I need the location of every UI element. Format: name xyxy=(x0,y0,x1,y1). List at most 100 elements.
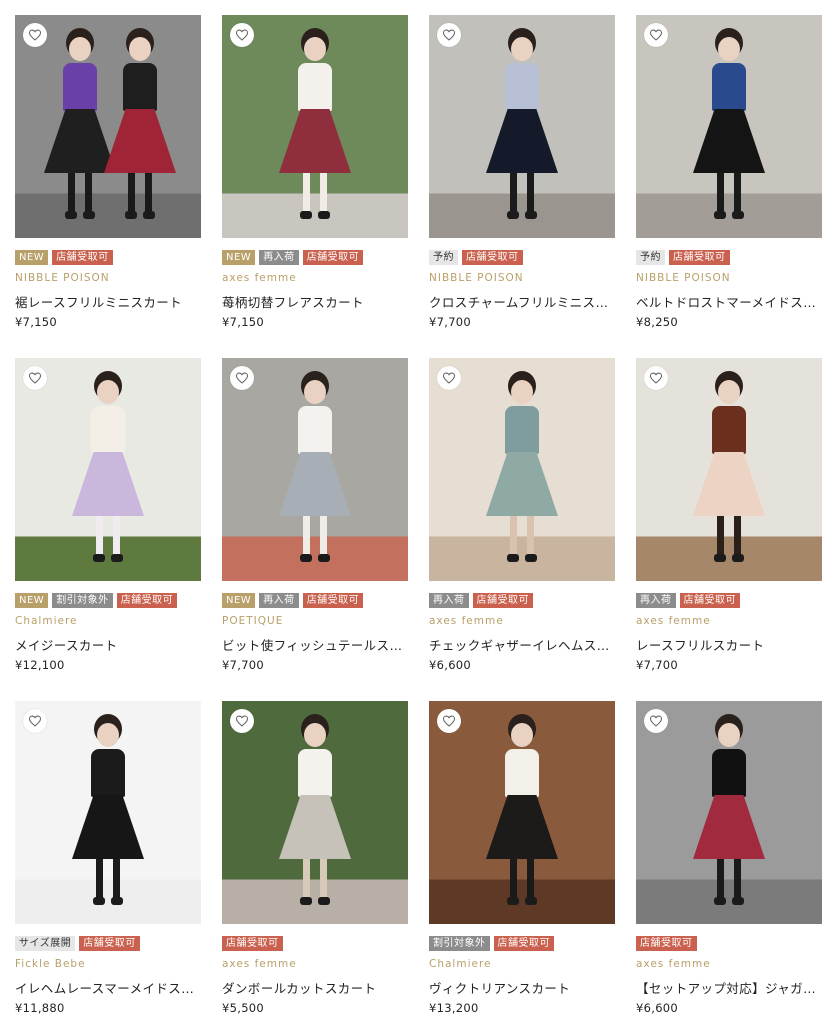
product-badge: 店舗受取可 xyxy=(472,593,533,608)
product-price: ¥8,250 xyxy=(636,315,679,329)
model-skirt xyxy=(486,795,558,859)
product-name[interactable]: ヴィクトリアンスカート xyxy=(429,978,615,997)
heart-outline-icon[interactable] xyxy=(23,709,47,733)
product-image[interactable] xyxy=(222,15,408,238)
product-price: ¥12,100 xyxy=(15,658,65,672)
product-card[interactable]: NEW 店舗受取可 NIBBLE POISON 裾レースフリルミニスカート ¥7,150 xyxy=(15,15,201,329)
product-card[interactable]: サイズ展開 店舗受取可 Fickle Bebe イレヘムレースマーメイドスカート ¥11… xyxy=(15,701,201,1015)
product-name[interactable]: ダンボールカットスカート xyxy=(222,978,408,997)
product-card[interactable]: 店舗受取可 axes femme 【セットアップ対応】ジャガードスカート ¥6,600 xyxy=(636,701,822,1015)
model-skirt xyxy=(72,795,144,859)
product-image[interactable] xyxy=(429,15,615,238)
brand-name[interactable]: axes femme xyxy=(636,958,822,970)
product-image[interactable] xyxy=(222,701,408,924)
product-badge: 店舗受取可 xyxy=(462,250,523,265)
product-price: ¥6,600 xyxy=(429,658,472,672)
model-skirt xyxy=(693,795,765,859)
model-leg xyxy=(68,173,75,213)
model-shoe xyxy=(93,897,105,905)
product-card[interactable]: 割引対象外 店舗受取可 Chalmiere ヴィクトリアンスカート ¥13,200 xyxy=(429,701,615,1015)
model-leg xyxy=(527,516,534,556)
product-name[interactable]: メイジースカート xyxy=(15,635,201,654)
product-badge: 予約 xyxy=(429,250,458,265)
product-image[interactable] xyxy=(636,358,822,581)
product-name[interactable]: 苺柄切替フレアスカート xyxy=(222,292,408,311)
product-card[interactable]: 再入荷 店舗受取可 axes femme チェックギャザーイレヘムスカート ¥6,600 xyxy=(429,358,615,672)
product-price: ¥7,150 xyxy=(222,315,265,329)
brand-name[interactable]: NIBBLE POISON xyxy=(636,272,822,284)
product-image[interactable] xyxy=(15,701,201,924)
product-card[interactable]: 再入荷 店舗受取可 axes femme レースフリルスカート ¥7,700 xyxy=(636,358,822,672)
heart-outline-icon[interactable] xyxy=(437,366,461,390)
model-leg xyxy=(320,173,327,213)
model-top xyxy=(712,406,746,454)
product-badge: 再入荷 xyxy=(636,593,676,608)
product-image[interactable] xyxy=(222,358,408,581)
heart-outline-icon[interactable] xyxy=(644,23,668,47)
product-name[interactable]: チェックギャザーイレヘムスカート xyxy=(429,635,615,654)
product-image[interactable] xyxy=(429,358,615,581)
product-name[interactable]: イレヘムレースマーメイドスカート xyxy=(15,978,201,997)
product-badge: 再入荷 xyxy=(429,593,469,608)
heart-outline-icon[interactable] xyxy=(230,23,254,47)
model-skirt xyxy=(486,452,558,516)
model-head xyxy=(718,723,740,747)
model-leg xyxy=(734,859,741,899)
product-name[interactable]: ベルトドロストマーメイドスカート xyxy=(636,292,822,311)
product-badge: 店舗受取可 xyxy=(636,936,697,951)
product-name[interactable]: 【セットアップ対応】ジャガードスカート xyxy=(636,978,822,997)
brand-name[interactable]: Chalmiere xyxy=(429,958,615,970)
heart-outline-icon[interactable] xyxy=(230,709,254,733)
model-top xyxy=(712,63,746,111)
model-skirt xyxy=(279,452,351,516)
brand-name[interactable]: Chalmiere xyxy=(15,615,201,627)
product-name[interactable]: レースフリルスカート xyxy=(636,635,822,654)
product-card[interactable]: NEW 割引対象外 店舗受取可 Chalmiere メイジースカート ¥12,100 xyxy=(15,358,201,672)
product-image[interactable] xyxy=(636,701,822,924)
product-name[interactable]: 裾レースフリルミニスカート xyxy=(15,292,201,311)
brand-name[interactable]: axes femme xyxy=(429,615,615,627)
product-image[interactable] xyxy=(636,15,822,238)
heart-outline-icon[interactable] xyxy=(230,366,254,390)
heart-outline-icon[interactable] xyxy=(644,366,668,390)
product-badge: 店舗受取可 xyxy=(52,250,113,265)
brand-name[interactable]: axes femme xyxy=(222,958,408,970)
brand-name[interactable]: axes femme xyxy=(222,272,408,284)
model-top xyxy=(123,63,157,111)
model-shoe xyxy=(143,211,155,219)
product-price: ¥7,150 xyxy=(15,315,58,329)
brand-name[interactable]: Fickle Bebe xyxy=(15,958,201,970)
heart-outline-icon[interactable] xyxy=(644,709,668,733)
model-skirt xyxy=(104,109,176,173)
product-card[interactable]: NEW 再入荷 店舗受取可 axes femme 苺柄切替フレアスカート ¥7,150 xyxy=(222,15,408,329)
heart-outline-icon[interactable] xyxy=(23,366,47,390)
product-card[interactable]: 予約 店舗受取可 NIBBLE POISON ベルトドロストマーメイドスカート ¥8,2… xyxy=(636,15,822,329)
product-card[interactable]: 予約 店舗受取可 NIBBLE POISON クロスチャームフリルミニスカート ¥7,7… xyxy=(429,15,615,329)
model-leg xyxy=(145,173,152,213)
product-card[interactable]: 店舗受取可 axes femme ダンボールカットスカート ¥5,500 xyxy=(222,701,408,1015)
badge-row: 予約 店舗受取可 xyxy=(429,250,615,265)
heart-outline-icon[interactable] xyxy=(437,23,461,47)
model-leg xyxy=(527,859,534,899)
badge-row: 割引対象外 店舗受取可 xyxy=(429,936,615,951)
badge-row: 予約 店舗受取可 xyxy=(636,250,822,265)
product-image[interactable] xyxy=(429,701,615,924)
model-skirt xyxy=(72,452,144,516)
brand-name[interactable]: NIBBLE POISON xyxy=(15,272,201,284)
product-image[interactable] xyxy=(15,15,201,238)
model-shoe xyxy=(318,554,330,562)
model-shoe xyxy=(714,554,726,562)
model-leg xyxy=(113,516,120,556)
model-shoe xyxy=(111,554,123,562)
heart-outline-icon[interactable] xyxy=(437,709,461,733)
product-card[interactable]: NEW 再入荷 店舗受取可 POETIQUE ビット使フィッシュテールスカート ¥7,70… xyxy=(222,358,408,672)
heart-outline-icon[interactable] xyxy=(23,23,47,47)
model-skirt xyxy=(693,452,765,516)
product-image[interactable] xyxy=(15,358,201,581)
product-name[interactable]: クロスチャームフリルミニスカート xyxy=(429,292,615,311)
product-name[interactable]: ビット使フィッシュテールスカート xyxy=(222,635,408,654)
brand-name[interactable]: NIBBLE POISON xyxy=(429,272,615,284)
product-price: ¥7,700 xyxy=(636,658,679,672)
brand-name[interactable]: POETIQUE xyxy=(222,615,408,627)
brand-name[interactable]: axes femme xyxy=(636,615,822,627)
